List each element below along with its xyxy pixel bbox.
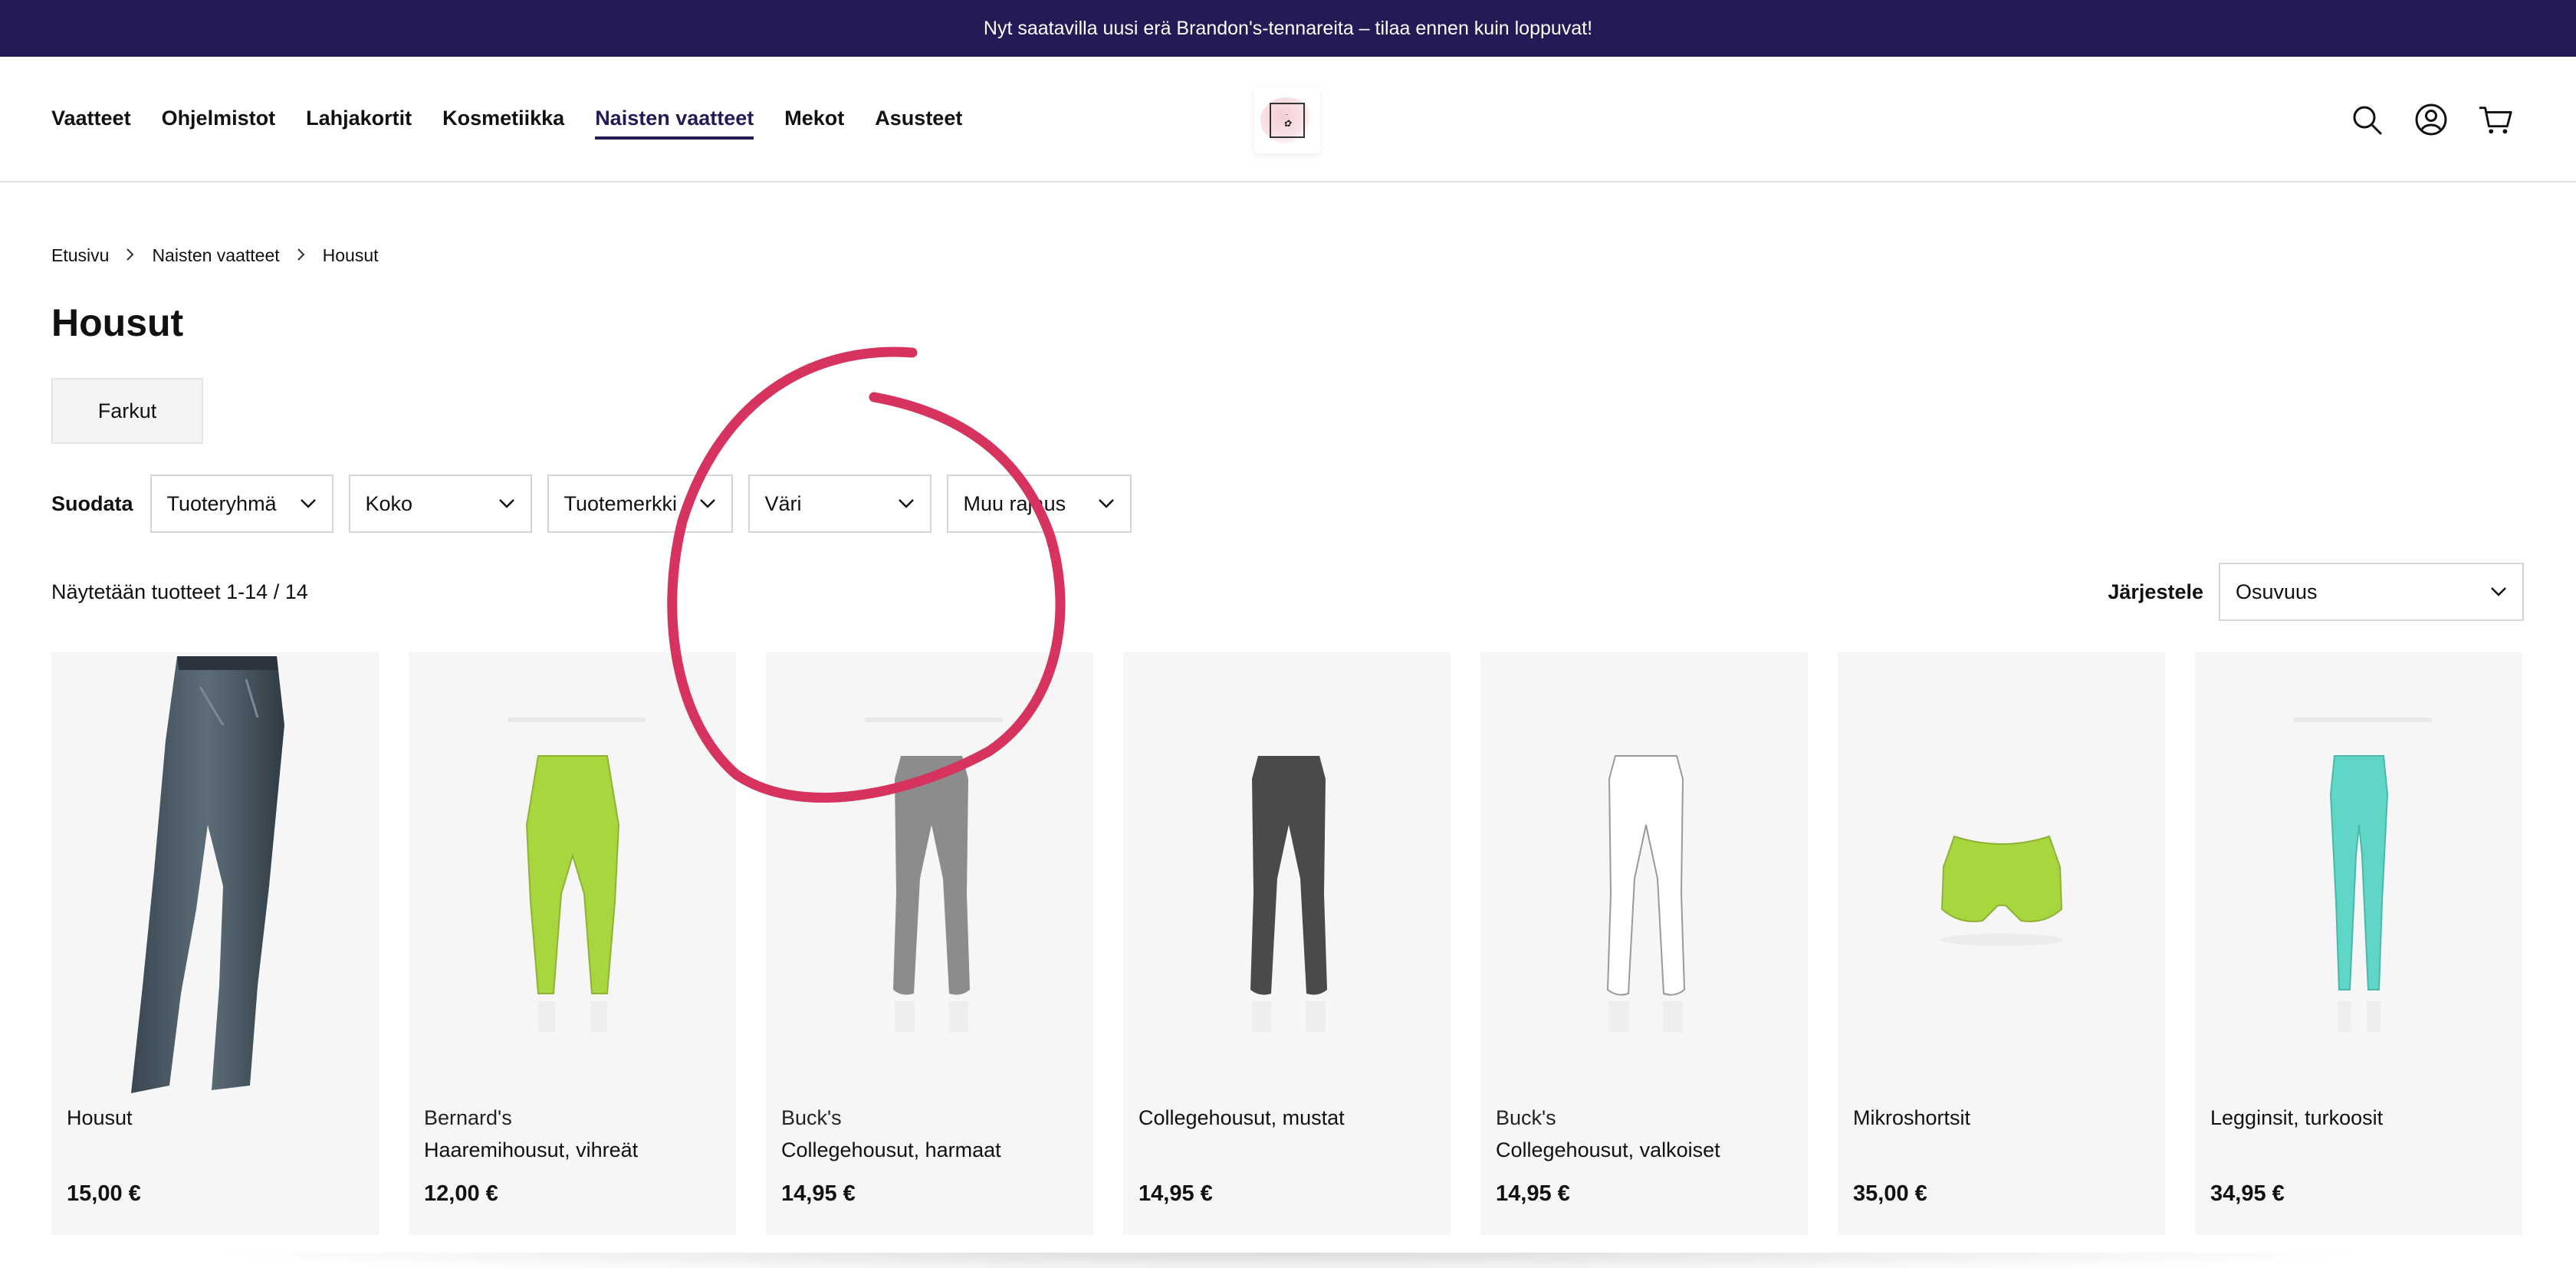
sort-control: Järjestele Osuvuus xyxy=(2108,563,2524,621)
product-price: 14,95 € xyxy=(1138,1181,1213,1206)
product-name: Collegehousut, mustat xyxy=(1138,1106,1345,1129)
product-price: 15,00 € xyxy=(67,1181,141,1206)
product-price: 34,95 € xyxy=(2210,1181,2285,1206)
breadcrumb: Etusivu Naisten vaatteet Housut xyxy=(51,245,379,266)
product-image-sweatpants-grey xyxy=(766,652,1093,1105)
product-price: 35,00 € xyxy=(1853,1181,1927,1206)
product-card[interactable]: Housut 15,00 € xyxy=(51,652,379,1235)
product-grid: Housut 15,00 € Bernard's Haaremihousut, … xyxy=(51,652,2522,1235)
product-card[interactable]: Bernard's Haaremihousut, vihreät 12,00 € xyxy=(409,652,736,1235)
product-image-harem-pants-green xyxy=(409,652,736,1105)
product-image-sweatpants-white xyxy=(1480,652,1808,1105)
announcement-text: Nyt saatavilla uusi erä Brandon's-tennar… xyxy=(983,17,1593,39)
product-card[interactable]: Legginsit, turkoosit 34,95 € xyxy=(2195,652,2522,1235)
breadcrumb-item-category[interactable]: Naisten vaatteet xyxy=(152,245,279,266)
chevron-right-icon xyxy=(126,245,135,266)
filter-select-product-group[interactable]: Tuoteryhmä xyxy=(150,475,334,533)
cart-icon[interactable] xyxy=(2478,102,2513,137)
product-name: Collegehousut, valkoiset xyxy=(1496,1138,1720,1161)
product-price: 14,95 € xyxy=(781,1181,856,1206)
chevron-right-icon xyxy=(297,245,306,266)
nav-item-asusteet[interactable]: Asusteet xyxy=(875,100,962,140)
chevron-down-icon xyxy=(2491,587,2506,596)
nav-item-kosmetiikka[interactable]: Kosmetiikka xyxy=(442,100,564,140)
chevron-down-icon xyxy=(898,499,914,508)
store-logo[interactable]: ~ ✿ xyxy=(1254,87,1320,153)
breadcrumb-item-current: Housut xyxy=(322,245,379,265)
logo-frame: ~ ✿ xyxy=(1270,103,1305,138)
filter-select-color[interactable]: Väri xyxy=(748,475,932,533)
filter-select-size[interactable]: Koko xyxy=(348,475,532,533)
search-icon[interactable] xyxy=(2349,102,2384,137)
product-card[interactable]: Mikroshortsit 35,00 € xyxy=(1838,652,2165,1235)
product-name: Haaremihousut, vihreät xyxy=(424,1138,639,1161)
product-brand: Buck's xyxy=(781,1106,842,1129)
chevron-down-icon xyxy=(498,499,514,508)
product-name: Collegehousut, harmaat xyxy=(781,1138,1001,1161)
header-icons xyxy=(2349,57,2513,182)
filter-select-other[interactable]: Muu rajaus xyxy=(946,475,1132,533)
product-image-leggings-turquoise xyxy=(2195,652,2522,1105)
chevron-down-icon xyxy=(300,499,316,508)
account-icon[interactable] xyxy=(2413,102,2449,137)
product-image-shorts-green xyxy=(1838,652,2165,1105)
filter-select-brand[interactable]: Tuotemerkki xyxy=(547,475,733,533)
filter-bar: Suodata Tuoteryhmä Koko Tuotemerkki Väri… xyxy=(51,475,1147,533)
page-title: Housut xyxy=(51,301,184,344)
chevron-down-icon xyxy=(1098,499,1114,508)
nav-item-mekot[interactable]: Mekot xyxy=(784,100,844,140)
product-brand: Bernard's xyxy=(424,1106,512,1129)
site-header: Vaatteet Ohjelmistot Lahjakortit Kosmeti… xyxy=(0,57,2576,182)
sort-label: Järjestele xyxy=(2108,580,2203,603)
product-name: Housut xyxy=(67,1106,133,1129)
nav-item-lahjakortit[interactable]: Lahjakortit xyxy=(306,100,412,140)
nav-item-naisten-vaatteet[interactable]: Naisten vaatteet xyxy=(595,100,754,140)
product-name: Legginsit, turkoosit xyxy=(2210,1106,2384,1129)
bottom-panel-shadow xyxy=(199,1253,2377,1268)
product-card[interactable]: Buck's Collegehousut, harmaat 14,95 € xyxy=(766,652,1093,1235)
nav-item-vaatteet[interactable]: Vaatteet xyxy=(51,100,131,140)
product-name: Mikroshortsit xyxy=(1853,1106,1971,1129)
product-image-sweatpants-black xyxy=(1123,652,1451,1105)
subcategory-button-farkut[interactable]: Farkut xyxy=(51,378,203,444)
product-card[interactable]: Buck's Collegehousut, valkoiset 14,95 € xyxy=(1480,652,1808,1235)
sort-select[interactable]: Osuvuus xyxy=(2219,563,2524,621)
result-count: Näytetään tuotteet 1-14 / 14 xyxy=(51,580,308,603)
nav-item-ohjelmistot[interactable]: Ohjelmistot xyxy=(162,100,276,140)
chevron-down-icon xyxy=(699,499,715,508)
product-image-jeans xyxy=(51,652,379,1105)
product-price: 12,00 € xyxy=(424,1181,498,1206)
breadcrumb-item-home[interactable]: Etusivu xyxy=(51,245,109,266)
product-card[interactable]: Collegehousut, mustat 14,95 € xyxy=(1123,652,1451,1235)
main-nav: Vaatteet Ohjelmistot Lahjakortit Kosmeti… xyxy=(51,57,962,182)
product-brand: Buck's xyxy=(1496,1106,1556,1129)
product-price: 14,95 € xyxy=(1496,1181,1570,1206)
filter-label: Suodata xyxy=(51,491,133,515)
announcement-bar: Nyt saatavilla uusi erä Brandon's-tennar… xyxy=(0,0,2576,57)
